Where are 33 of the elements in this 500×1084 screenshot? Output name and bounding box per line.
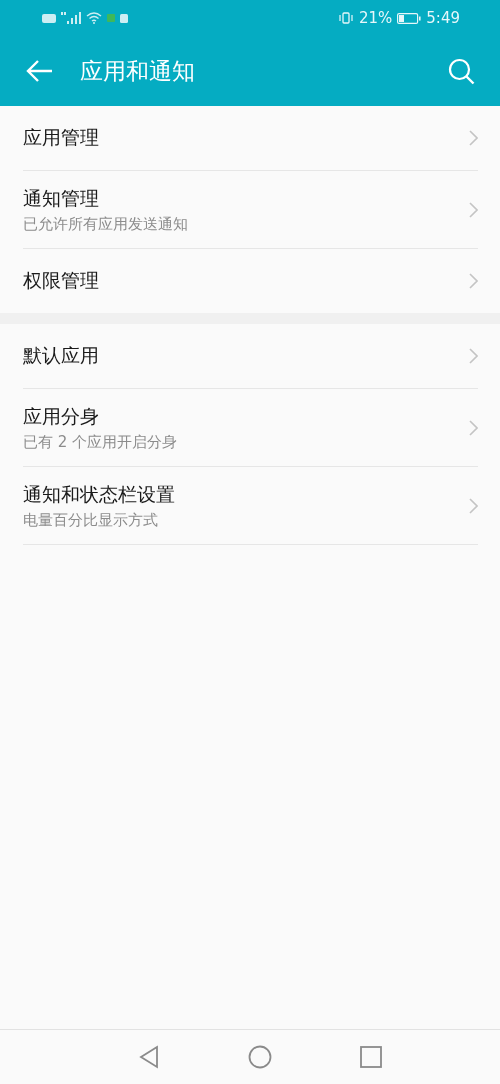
settings-item[interactable]: 权限管理 <box>23 249 478 313</box>
battery-icon <box>397 12 422 24</box>
chevron-icon <box>469 497 478 514</box>
back-icon[interactable] <box>138 1045 160 1069</box>
item-title: 通知管理 <box>23 185 100 211</box>
chevron-icon <box>469 130 478 146</box>
item-subtitle: 电量百分比显示方式 <box>23 510 159 530</box>
recents-icon[interactable] <box>360 1046 382 1068</box>
chevron-icon <box>469 201 478 218</box>
settings-item[interactable]: 默认应用 <box>23 324 478 389</box>
signal-icon <box>61 12 81 24</box>
search-icon[interactable] <box>448 57 475 85</box>
item-subtitle: 已允许所有应用发送通知 <box>23 214 188 234</box>
item-title: 应用分身 <box>23 403 100 429</box>
chevron-icon <box>469 419 478 436</box>
settings-item[interactable]: 应用分身 已有 2 个应用开启分身 <box>23 389 478 467</box>
home-icon[interactable] <box>248 1045 272 1069</box>
back-arrow-icon[interactable] <box>25 59 53 83</box>
settings-item[interactable]: 通知管理 已允许所有应用发送通知 <box>23 171 478 249</box>
chevron-icon <box>469 348 478 364</box>
wifi-icon <box>86 12 102 24</box>
battery-percent: 21% <box>358 9 393 27</box>
clock-time: 5:49 <box>426 9 460 27</box>
vibrate-icon <box>337 12 354 24</box>
item-title: 权限管理 <box>23 268 99 293</box>
settings-item[interactable]: 通知和状态栏设置 电量百分比显示方式 <box>23 467 478 545</box>
item-title: 默认应用 <box>23 343 99 368</box>
item-title: 应用管理 <box>23 125 99 150</box>
chevron-icon <box>469 273 478 289</box>
item-subtitle: 已有 2 个应用开启分身 <box>23 432 178 452</box>
item-title: 通知和状态栏设置 <box>23 481 175 507</box>
settings-item[interactable]: 应用管理 <box>23 106 478 171</box>
page-title: 应用和通知 <box>80 56 196 86</box>
